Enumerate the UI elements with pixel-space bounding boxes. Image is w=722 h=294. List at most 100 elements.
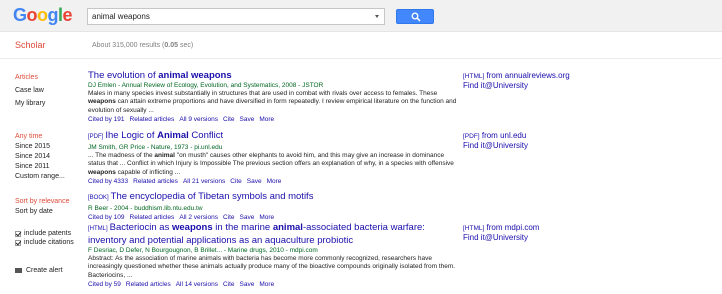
snippet-text: capable of inflicting ... (115, 168, 181, 176)
title-highlight: animal weapons (158, 70, 232, 81)
logo-letter: e (62, 5, 73, 25)
time-since-2011[interactable]: Since 2011 (15, 162, 85, 172)
all-versions-link[interactable]: All 2 versions (179, 214, 218, 221)
sort-relevance[interactable]: Sort by relevance (15, 197, 85, 207)
result-authors: F Desriac, D Defer, N Bourgougnon, B Bri… (88, 247, 318, 254)
logo-letter: G (13, 5, 27, 25)
find-it-link[interactable]: Find it@University (463, 141, 528, 151)
cite-link[interactable]: Cite (223, 281, 235, 288)
source-domain: from annualreviews.org (484, 71, 570, 80)
results-count: About 315,000 results (0.05 sec) (92, 42, 193, 49)
header-divider (0, 58, 722, 59)
related-articles-link[interactable]: Related articles (133, 178, 178, 185)
cited-by-link[interactable]: Cited by 4333 (88, 178, 128, 185)
create-alert-label: Create alert (26, 267, 63, 274)
envelope-icon (15, 268, 22, 273)
result-item: [BOOK] The encyclopedia of Tibetan symbol… (88, 191, 458, 222)
top-bar: Google (0, 0, 722, 32)
include-citations-label: include citations (24, 239, 74, 246)
sidebar-item-my-library[interactable]: My library (15, 99, 85, 109)
search-icon (411, 12, 421, 22)
results-suffix: sec) (178, 42, 194, 49)
sidebar-sort: Sort by relevance Sort by date (15, 197, 85, 217)
more-link[interactable]: More (267, 178, 282, 185)
dropdown-caret-icon[interactable] (375, 15, 379, 18)
result-title-link[interactable]: [HTML] Bacteriocin as weapons in the mari… (88, 222, 458, 246)
result-snippet: Males in many species invest substantial… (88, 90, 458, 115)
result-actions: Cited by 191 Related articles All 9 versio… (88, 115, 458, 124)
title-text: in the marine (212, 222, 273, 233)
time-any[interactable]: Any time (15, 132, 85, 142)
title-text: The evolution of (88, 70, 159, 81)
snippet-highlight: weapons (88, 168, 116, 176)
title-highlight: Animal (157, 130, 189, 141)
cited-by-link[interactable]: Cited by 109 (88, 214, 125, 221)
all-versions-link[interactable]: All 21 versions (183, 178, 225, 185)
source-format-tag: [HTML] (463, 225, 485, 232)
result-title-link[interactable]: The evolution of animal weapons (88, 70, 458, 81)
result-snippet: Abstract: As the association of marine a… (88, 255, 456, 279)
logo-letter: o (37, 5, 48, 25)
result-title-link[interactable]: [BOOK] The encyclopedia of Tibetan symbol… (88, 191, 458, 204)
result-authors: DJ Emlen - Annual Review of Ecology, Evo… (88, 82, 324, 89)
search-input[interactable] (88, 9, 368, 24)
result-item: [PDF] Ihe Logic of Animal Conflict JM Smi… (88, 130, 458, 186)
create-alert-link[interactable]: Create alert (15, 267, 63, 274)
cite-link[interactable]: Cite (223, 116, 235, 123)
sidebar-nav: Articles Case law My library (15, 73, 85, 109)
format-tag: [PDF] (88, 134, 104, 140)
snippet-highlight: animal (154, 152, 175, 159)
title-highlight: weapons (171, 222, 213, 233)
result-actions: Cited by 59 Related articles All 14 versio… (88, 280, 458, 289)
snippet-text: can attain extreme proportions and have … (88, 98, 457, 114)
result-title-link[interactable]: [PDF] Ihe Logic of Animal Conflict (88, 130, 458, 143)
title-text: Conflict (188, 130, 224, 141)
cite-link[interactable]: Cite (230, 178, 242, 185)
results-time: 0.05 (164, 42, 179, 49)
save-link[interactable]: Save (240, 281, 255, 288)
time-custom-range[interactable]: Custom range... (15, 172, 85, 182)
sidebar-includes: include patents include citations (15, 229, 85, 247)
checkbox-checked-icon[interactable] (15, 230, 21, 237)
result-item: The evolution of animal weapons DJ Emlen… (88, 70, 458, 124)
format-tag: [BOOK] (88, 195, 109, 201)
checkbox-checked-icon[interactable] (15, 239, 21, 246)
related-articles-link[interactable]: Related articles (130, 116, 175, 123)
search-box[interactable] (87, 8, 385, 25)
more-link[interactable]: More (259, 214, 274, 221)
time-since-2014[interactable]: Since 2014 (15, 152, 85, 162)
title-text: Bacteriocin as (109, 222, 172, 233)
save-link[interactable]: Save (240, 214, 255, 221)
scholar-section-title[interactable]: Scholar (15, 40, 46, 50)
save-link[interactable]: Save (240, 116, 255, 123)
results-prefix: About 315,000 results ( (92, 42, 165, 49)
source-domain: from unl.edu (479, 131, 527, 140)
related-articles-link[interactable]: Related articles (130, 214, 175, 221)
find-it-link[interactable]: Find it@University (463, 81, 528, 91)
title-highlight: animal (272, 222, 303, 233)
all-versions-link[interactable]: All 9 versions (179, 116, 218, 123)
find-it-link[interactable]: Find it@University (463, 233, 528, 243)
cite-link[interactable]: Cite (223, 214, 235, 221)
cited-by-link[interactable]: Cited by 59 (88, 281, 121, 288)
logo-letter: g (47, 5, 59, 25)
cited-by-link[interactable]: Cited by 191 (88, 116, 125, 123)
sidebar-item-articles[interactable]: Articles (15, 73, 85, 83)
include-citations-option[interactable]: include citations (15, 238, 85, 247)
sort-date[interactable]: Sort by date (15, 207, 85, 217)
all-versions-link[interactable]: All 14 versions (176, 281, 218, 288)
format-tag: [HTML] (88, 226, 108, 232)
snippet-highlight: weapons (88, 98, 116, 106)
sidebar-item-case-law[interactable]: Case law (15, 86, 85, 96)
logo-letter: o (26, 5, 38, 25)
source-format-tag: [PDF] (463, 133, 480, 140)
search-button[interactable] (396, 9, 434, 24)
save-link[interactable]: Save (247, 178, 262, 185)
result-snippet: ... The madness of the animal "on musth"… (88, 152, 458, 177)
include-patents-option[interactable]: include patents (15, 229, 85, 238)
time-since-2015[interactable]: Since 2015 (15, 142, 85, 152)
more-link[interactable]: More (259, 281, 274, 288)
related-articles-link[interactable]: Related articles (126, 281, 171, 288)
more-link[interactable]: More (259, 116, 274, 123)
google-logo[interactable]: Google (13, 5, 73, 25)
